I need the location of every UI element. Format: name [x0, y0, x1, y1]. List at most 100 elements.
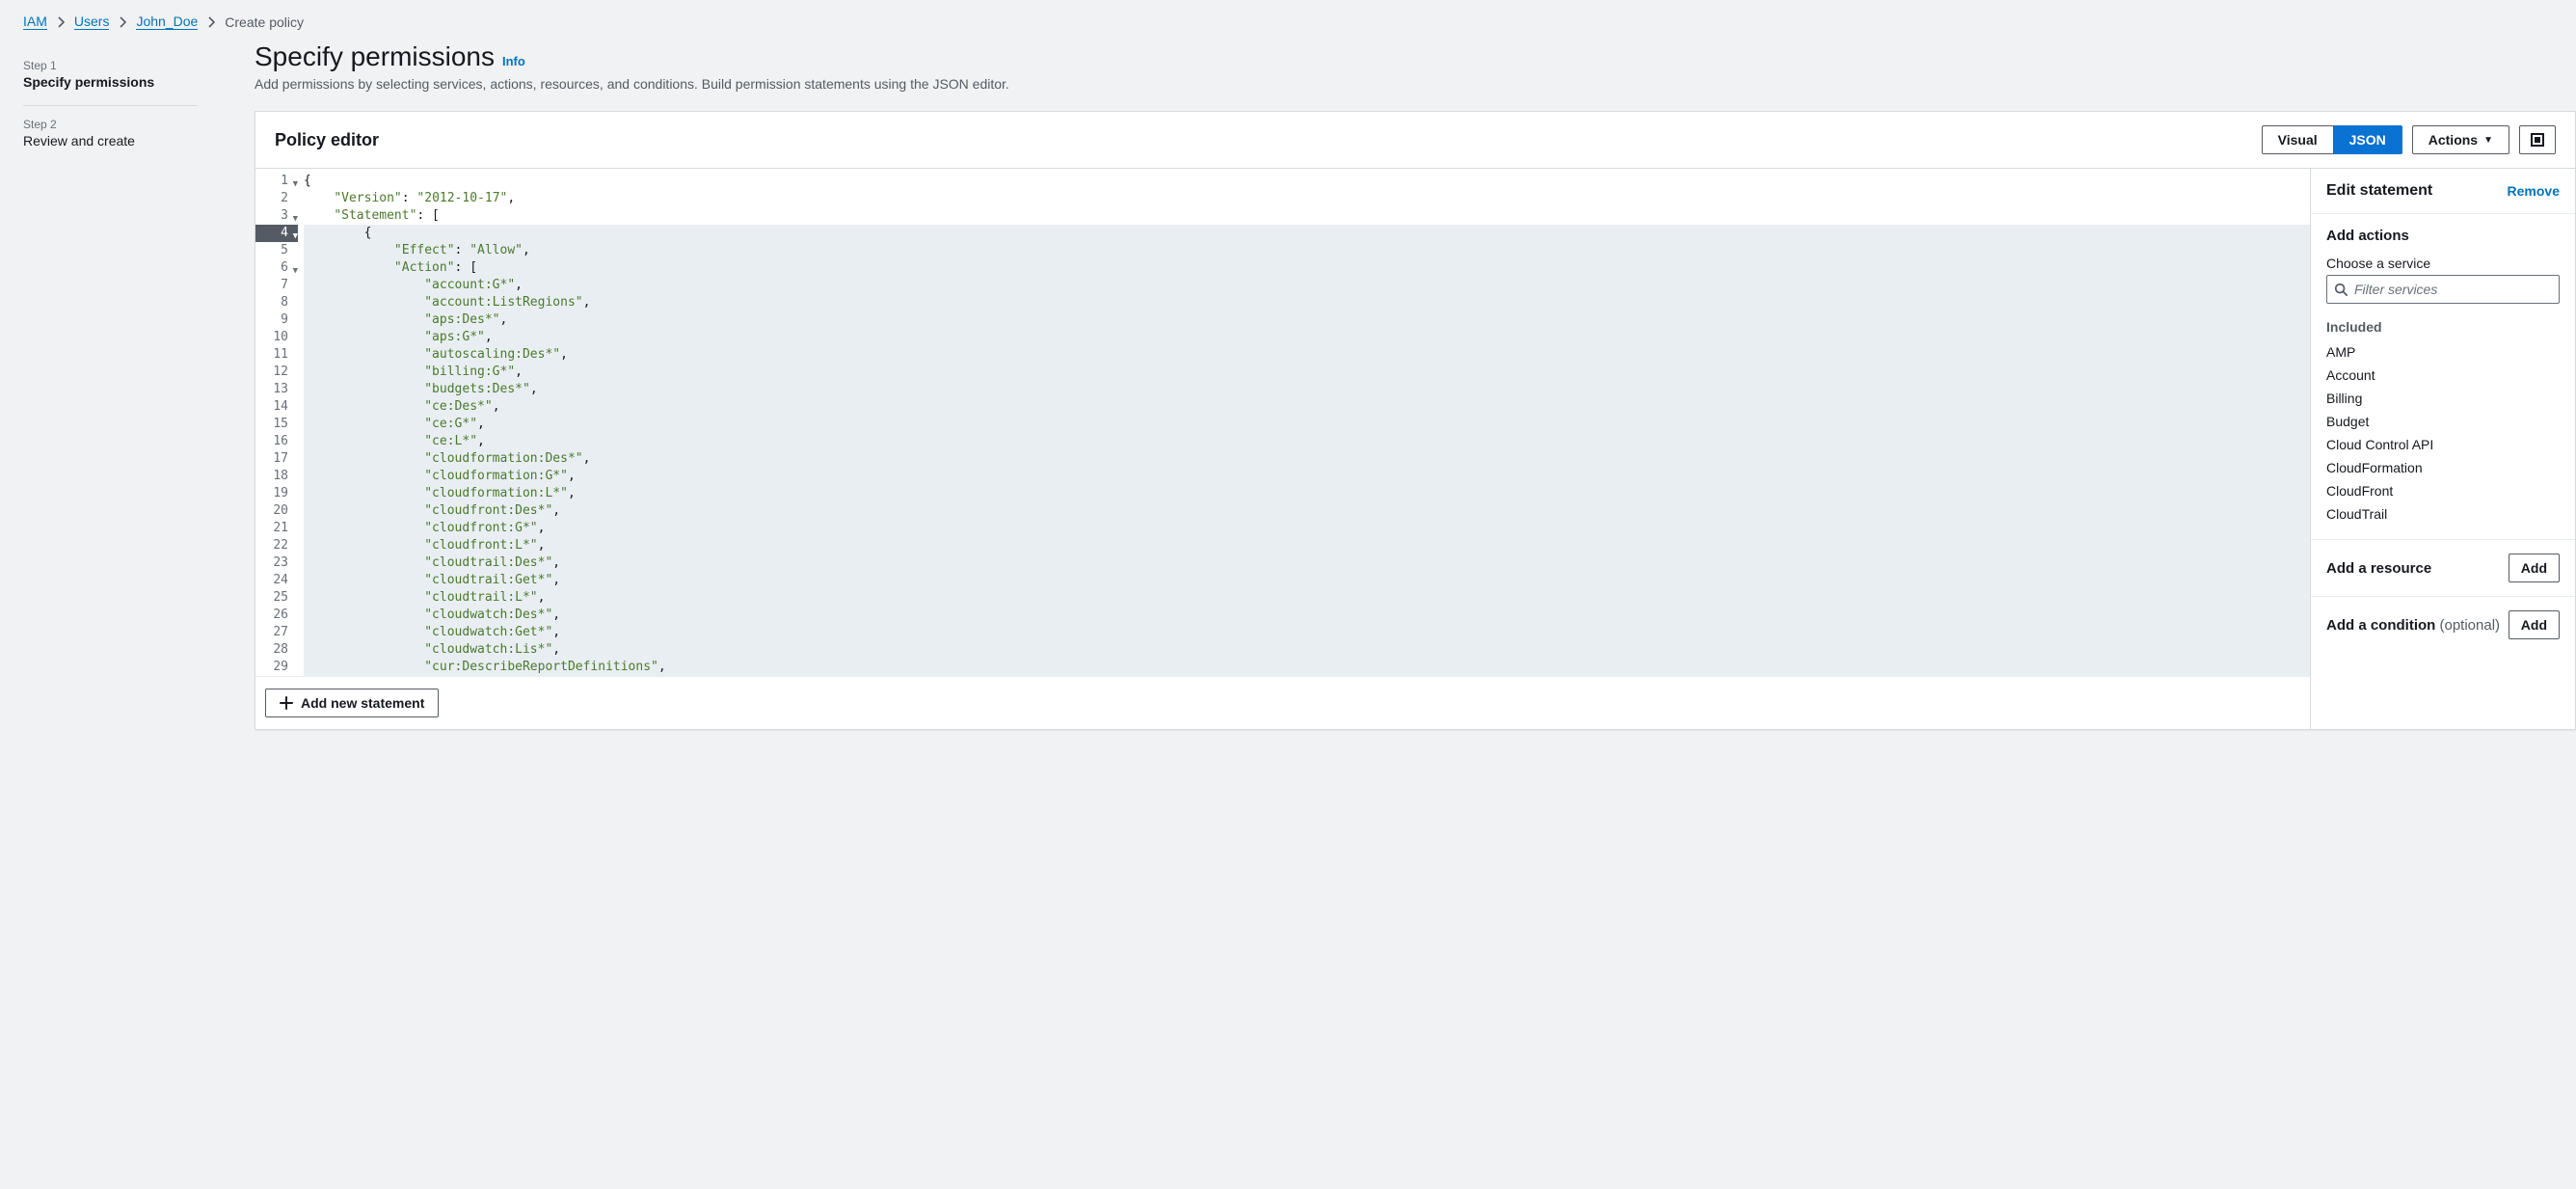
- line-number: 17: [255, 450, 298, 468]
- plus-icon: [280, 696, 293, 710]
- actions-dropdown-button[interactable]: Actions ▼: [2412, 125, 2509, 154]
- code-line[interactable]: "ce:G*",: [304, 416, 2310, 433]
- code-line[interactable]: {: [304, 225, 2310, 242]
- line-number: 2: [255, 190, 298, 207]
- edit-statement-header: Edit statement Remove: [2311, 169, 2575, 214]
- main-content: Specify permissions Info Add permissions…: [255, 41, 2576, 730]
- code-line[interactable]: "cloudformation:Des*",: [304, 450, 2310, 468]
- code-line[interactable]: "cur:DescribeReportDefinitions",: [304, 659, 2310, 676]
- chevron-down-icon: ▼: [2483, 135, 2493, 146]
- code-line[interactable]: "account:ListRegions",: [304, 294, 2310, 311]
- code-line[interactable]: "budgets:Des*",: [304, 381, 2310, 398]
- line-number: 13: [255, 381, 298, 398]
- code-line[interactable]: "Statement": [: [304, 207, 2310, 225]
- service-item[interactable]: AMP: [2326, 340, 2560, 364]
- code-line[interactable]: "cloudwatch:Des*",: [304, 607, 2310, 624]
- add-actions-section: Add actions Choose a service Included AM…: [2311, 214, 2575, 540]
- line-number: 11: [255, 346, 298, 364]
- code-line[interactable]: "ce:L*",: [304, 433, 2310, 450]
- panel-actions: Visual JSON Actions ▼: [2262, 125, 2556, 154]
- add-resource-button[interactable]: Add: [2509, 554, 2560, 582]
- code-line[interactable]: "ce:Des*",: [304, 398, 2310, 416]
- line-number: 3▼: [255, 207, 298, 225]
- breadcrumb-link[interactable]: Users: [74, 14, 110, 30]
- breadcrumb-current: Create policy: [225, 14, 304, 30]
- code-line[interactable]: {: [304, 173, 2310, 190]
- line-number: 15: [255, 416, 298, 433]
- panel-header: Policy editor Visual JSON Actions ▼: [255, 112, 2575, 169]
- code-line[interactable]: "cloudwatch:Lis*",: [304, 641, 2310, 659]
- code-line[interactable]: "aps:G*",: [304, 329, 2310, 346]
- code-line[interactable]: "cloudtrail:L*",: [304, 589, 2310, 607]
- line-number: 22: [255, 537, 298, 554]
- line-number: 27: [255, 624, 298, 641]
- code-line[interactable]: "account:G*",: [304, 277, 2310, 294]
- chevron-right-icon: [57, 16, 65, 28]
- toggle-visual-button[interactable]: Visual: [2262, 125, 2334, 154]
- code-line[interactable]: "aps:Des*",: [304, 311, 2310, 329]
- divider: [23, 105, 197, 106]
- service-item[interactable]: Billing: [2326, 387, 2560, 410]
- service-item[interactable]: CloudTrail: [2326, 502, 2560, 526]
- wizard-steps: Step 1 Specify permissions Step 2 Review…: [23, 41, 216, 160]
- code-line[interactable]: "cloudwatch:Get*",: [304, 624, 2310, 641]
- add-new-statement-button[interactable]: Add new statement: [265, 689, 439, 717]
- service-item[interactable]: CloudFront: [2326, 479, 2560, 502]
- service-item[interactable]: CloudFormation: [2326, 456, 2560, 479]
- panel-title: Policy editor: [275, 130, 379, 150]
- editor-mode-toggle: Visual JSON: [2262, 125, 2402, 154]
- line-number: 24: [255, 572, 298, 589]
- line-number: 14: [255, 398, 298, 416]
- add-resource-section: Add a resource Add: [2311, 540, 2575, 597]
- line-number: 9: [255, 311, 298, 329]
- code-line[interactable]: "cloudformation:L*",: [304, 485, 2310, 502]
- step-title: Specify permissions: [23, 74, 216, 90]
- service-item[interactable]: Account: [2326, 364, 2560, 387]
- toggle-json-button[interactable]: JSON: [2334, 125, 2402, 154]
- info-link[interactable]: Info: [502, 54, 525, 68]
- line-number: 10: [255, 329, 298, 346]
- code-line[interactable]: "cloudtrail:Get*",: [304, 572, 2310, 589]
- page-title: Specify permissions: [255, 41, 495, 72]
- code-line[interactable]: "cloudfront:Des*",: [304, 502, 2310, 520]
- add-condition-section: Add a condition (optional) Add: [2311, 597, 2575, 653]
- line-number: 6▼: [255, 259, 298, 277]
- edit-statement-panel: Edit statement Remove Add actions Choose…: [2310, 169, 2575, 729]
- line-number: 28: [255, 641, 298, 659]
- page-description: Add permissions by selecting services, a…: [255, 76, 2576, 92]
- actions-label: Actions: [2428, 132, 2478, 148]
- breadcrumb-link[interactable]: IAM: [23, 14, 47, 30]
- service-item[interactable]: Cloud Control API: [2326, 433, 2560, 456]
- fullscreen-button[interactable]: [2519, 125, 2556, 154]
- code-line[interactable]: "cloudfront:G*",: [304, 520, 2310, 537]
- code-line[interactable]: "autoscaling:Des*",: [304, 346, 2310, 364]
- line-number: 4▼: [255, 225, 298, 242]
- breadcrumb-link[interactable]: John_Doe: [136, 14, 198, 30]
- code-line[interactable]: "billing:G*",: [304, 364, 2310, 381]
- code-line[interactable]: "Action": [: [304, 259, 2310, 277]
- remove-statement-link[interactable]: Remove: [2508, 183, 2560, 199]
- code-line[interactable]: "cloudformation:G*",: [304, 468, 2310, 485]
- code-line[interactable]: "cloudfront:L*",: [304, 537, 2310, 554]
- choose-service-label: Choose a service: [2326, 256, 2560, 271]
- add-condition-label: Add a condition (optional): [2326, 617, 2500, 634]
- add-resource-label: Add a resource: [2326, 560, 2431, 577]
- code-line[interactable]: "Effect": "Allow",: [304, 242, 2310, 259]
- wizard-step-1[interactable]: Step 1 Specify permissions: [23, 51, 216, 101]
- line-number: 29: [255, 659, 298, 676]
- code-line[interactable]: "cloudtrail:Des*",: [304, 554, 2310, 572]
- line-number: 26: [255, 607, 298, 624]
- policy-editor-panel: Policy editor Visual JSON Actions ▼: [255, 111, 2576, 730]
- fullscreen-icon: [2530, 132, 2545, 148]
- filter-services-input[interactable]: [2326, 275, 2560, 304]
- add-condition-button[interactable]: Add: [2509, 610, 2560, 639]
- line-number: 16: [255, 433, 298, 450]
- code-editor[interactable]: 1▼23▼4▼56▼789101112131415161718192021222…: [255, 169, 2310, 729]
- add-actions-heading: Add actions: [2326, 228, 2560, 244]
- line-number: 5: [255, 242, 298, 259]
- included-heading: Included: [2326, 319, 2560, 335]
- code-line[interactable]: "Version": "2012-10-17",: [304, 190, 2310, 207]
- line-number: 25: [255, 589, 298, 607]
- service-item[interactable]: Budget: [2326, 410, 2560, 433]
- wizard-step-2[interactable]: Step 2 Review and create: [23, 110, 216, 160]
